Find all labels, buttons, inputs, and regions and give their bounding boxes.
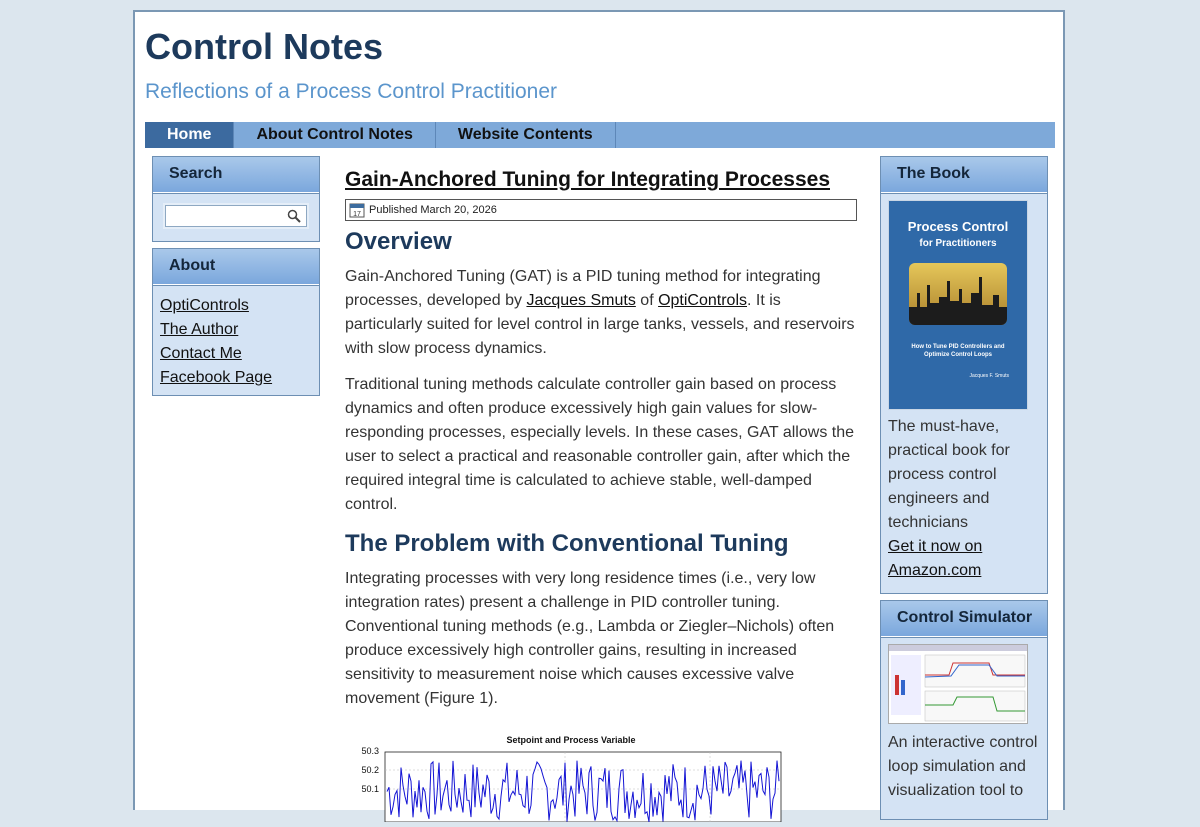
calendar-day: 17 [353,211,361,218]
problem-paragraph: Integrating processes with very long res… [345,570,835,707]
book-widget: The Book Process Control for Practitione… [880,156,1048,594]
book-buy-link[interactable]: Get it now on Amazon.com [888,535,1008,583]
y-tick-50-3: 50.3 [361,746,379,756]
about-widget: About OptiControls The Author Contact Me… [152,248,320,396]
book-cover-title-2: for Practitioners [919,238,997,249]
y-tick-50-2: 50.2 [361,765,379,775]
figure-title: Setpoint and Process Variable [506,735,635,745]
post-meta: 17 Published March 20, 2026 [345,199,857,221]
search-input[interactable] [165,205,307,227]
book-cover-image[interactable]: Process Control for Practitioners How to… [888,200,1028,410]
page-container: Control Notes Reflections of a Process C… [133,10,1065,823]
overview-paragraph-2: Traditional tuning methods calculate con… [345,376,854,513]
overview-heading: Overview [345,228,452,255]
nav-home[interactable]: Home [145,122,235,148]
published-date: Published March 20, 2026 [369,204,497,216]
calendar-icon: 17 [349,203,365,218]
simulator-widget: Control Simulator An interactive control… [880,600,1048,820]
book-widget-title: The Book [881,157,1047,194]
link-contact-me[interactable]: Contact Me [160,345,242,362]
book-cover-author: Jacques F. Smuts [969,373,1009,379]
search-widget-title: Search [153,157,319,194]
problem-heading: The Problem with Conventional Tuning [345,530,789,557]
search-icon[interactable] [287,209,301,223]
refinery-silhouette [909,263,1007,325]
post-content: Gain-Anchored Tuning for Integrating Pro… [345,164,857,823]
search-widget: Search [152,156,320,242]
nav-contents[interactable]: Website Contents [436,122,616,148]
about-widget-title: About [153,249,319,286]
y-tick-50-1: 50.1 [361,784,379,794]
link-facebook-page[interactable]: Facebook Page [160,369,272,386]
author-link[interactable]: Jacques Smuts [526,292,635,309]
post-title-link[interactable]: Gain-Anchored Tuning for Integrating Pro… [345,164,857,196]
figure-1-chart: Setpoint and Process Variable 50.3 50.2 … [345,732,785,823]
link-the-author[interactable]: The Author [160,321,238,338]
simulator-screenshot[interactable] [888,644,1028,724]
nav-about[interactable]: About Control Notes [234,122,436,148]
main-nav: Home About Control Notes Website Content… [145,122,1055,148]
book-cover-subtitle: How to Tune PID Controllers and Optimize… [911,344,1005,358]
opticontrols-link[interactable]: OptiControls [658,292,747,309]
overview-paragraph-1: Gain-Anchored Tuning (GAT) is a PID tuni… [345,268,855,357]
book-cover-title: Process Control [907,219,1009,234]
site-title[interactable]: Control Notes [145,26,383,68]
book-description: The must-have, practical book for proces… [888,418,1010,531]
site-description: Reflections of a Process Control Practit… [145,80,558,103]
link-opticontrols[interactable]: OptiControls [160,297,249,314]
about-links: OptiControls The Author Contact Me Faceb… [153,286,319,398]
simulator-widget-title: Control Simulator [881,601,1047,638]
simulator-description: An interactive control loop simulation a… [888,734,1038,799]
